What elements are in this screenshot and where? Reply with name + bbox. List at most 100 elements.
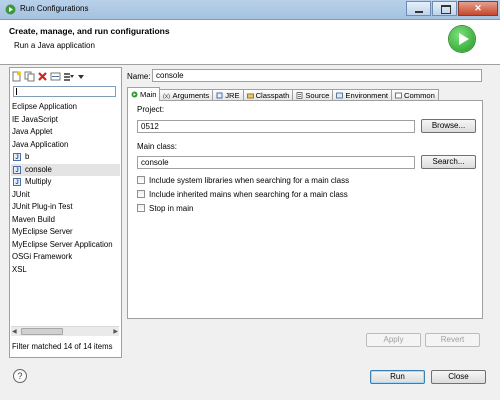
tree-item[interactable]: Java Application bbox=[11, 139, 120, 152]
app-icon bbox=[5, 4, 16, 15]
window-title: Run Configurations bbox=[20, 4, 89, 13]
help-icon[interactable]: ? bbox=[13, 369, 27, 383]
tree-item-label: MyEclipse Server bbox=[12, 227, 73, 236]
tree-item[interactable]: IE JavaScript bbox=[11, 114, 120, 127]
minimize-icon bbox=[415, 11, 423, 13]
tree-item-label: JUnit bbox=[12, 189, 30, 199]
tree-item[interactable]: Java Applet bbox=[11, 126, 120, 139]
checkbox-label: Include system libraries when searching … bbox=[149, 175, 350, 185]
common-tab-icon bbox=[395, 92, 403, 99]
main-tab-panel: Project: 0512 Browse... Main class: cons… bbox=[127, 100, 483, 319]
new-configuration-icon[interactable] bbox=[11, 71, 22, 82]
checkbox-label: Include inherited mains when searching f… bbox=[149, 189, 348, 199]
filter-status: Filter matched 14 of 14 items bbox=[12, 342, 113, 351]
filter-input[interactable] bbox=[13, 86, 116, 97]
dialog-header: Create, manage, and run configurations R… bbox=[0, 20, 500, 65]
svg-text:(x): (x) bbox=[163, 94, 170, 99]
tree-item[interactable]: Eclipse Application bbox=[11, 101, 120, 114]
main-tab-icon bbox=[131, 91, 138, 98]
tree-item[interactable]: XSL bbox=[11, 264, 120, 277]
tree-item[interactable]: J Multiply bbox=[11, 176, 120, 189]
project-field[interactable]: 0512 bbox=[137, 120, 415, 133]
configuration-editor: Name: console Main (x) Arguments JRE Cla… bbox=[125, 67, 485, 356]
tree-item[interactable]: JUnit bbox=[11, 189, 120, 202]
tree-item[interactable]: Maven Build bbox=[11, 214, 120, 227]
tree-item-label: Java Applet bbox=[12, 127, 53, 136]
maximize-icon bbox=[441, 5, 451, 14]
tree-item[interactable]: JUnit Plug-in Test bbox=[11, 201, 120, 214]
tab-strip: Main (x) Arguments JRE Classpath Source … bbox=[127, 87, 483, 101]
delete-icon[interactable] bbox=[37, 71, 48, 82]
classpath-tab-icon bbox=[246, 93, 254, 99]
include-inherited-mains-checkbox[interactable]: Include inherited mains when searching f… bbox=[137, 189, 348, 199]
checkbox-box[interactable] bbox=[137, 204, 145, 212]
project-label: Project: bbox=[137, 105, 165, 114]
name-field[interactable]: console bbox=[152, 69, 482, 82]
checkbox-box[interactable] bbox=[137, 190, 145, 198]
tree-item-label: JUnit Plug-in Test bbox=[12, 202, 73, 211]
scroll-left-icon[interactable]: ◀ bbox=[12, 328, 17, 335]
maximize-button[interactable] bbox=[432, 1, 457, 16]
tree-item-selected[interactable]: Jconsole bbox=[11, 163, 120, 176]
browse-button[interactable]: Browse... bbox=[421, 119, 476, 133]
tree-item[interactable]: MyEclipse Server Application bbox=[11, 239, 120, 252]
header-subtitle: Run a Java application bbox=[14, 41, 95, 50]
title-bar: Run Configurations ✕ bbox=[0, 0, 500, 20]
run-button[interactable]: Run bbox=[370, 370, 425, 384]
tree-item-label: Java Application bbox=[12, 139, 69, 149]
tree-toolbar bbox=[11, 70, 89, 82]
tree-item-label: Multiply bbox=[25, 177, 52, 186]
include-system-libraries-checkbox[interactable]: Include system libraries when searching … bbox=[137, 175, 349, 185]
search-button[interactable]: Search... bbox=[421, 155, 476, 169]
scroll-right-icon[interactable]: ▶ bbox=[113, 328, 118, 335]
checkbox-label: Stop in main bbox=[149, 203, 194, 213]
tab-label: Source bbox=[305, 91, 330, 100]
close-icon: ✕ bbox=[474, 3, 482, 13]
tab-label: Environment bbox=[345, 91, 389, 100]
source-tab-icon bbox=[296, 92, 303, 99]
minimize-button[interactable] bbox=[406, 1, 431, 16]
tab-label: Classpath bbox=[255, 91, 290, 100]
run-banner-icon bbox=[449, 26, 475, 52]
main-class-field[interactable]: console bbox=[137, 156, 415, 169]
tab-label: JRE bbox=[225, 91, 240, 100]
window-controls: ✕ bbox=[405, 1, 498, 17]
tree-item-label: MyEclipse Server Application bbox=[12, 239, 113, 249]
checkbox-box[interactable] bbox=[137, 176, 145, 184]
horizontal-scrollbar[interactable]: ◀ ▶ bbox=[11, 326, 119, 336]
duplicate-icon[interactable] bbox=[24, 71, 35, 82]
close-window-button[interactable]: ✕ bbox=[458, 1, 498, 16]
tree-item-label: IE JavaScript bbox=[12, 114, 58, 124]
apply-button[interactable]: Apply bbox=[366, 333, 421, 347]
jre-tab-icon bbox=[216, 92, 223, 99]
configuration-tree-pane: Eclipse Application IE JavaScript Java A… bbox=[9, 67, 122, 358]
environment-tab-icon bbox=[336, 92, 344, 99]
tab-label: Common bbox=[404, 91, 435, 100]
tree-item[interactable]: OSGi Framework bbox=[11, 251, 120, 264]
run-configurations-dialog: Run Configurations ✕ Create, manage, and… bbox=[0, 0, 500, 400]
tree-item[interactable]: MyEclipse Server bbox=[11, 226, 120, 239]
tab-main[interactable]: Main bbox=[127, 87, 161, 101]
name-label: Name: bbox=[127, 72, 151, 81]
view-menu-icon[interactable] bbox=[63, 71, 74, 82]
java-class-icon: J bbox=[13, 165, 21, 174]
scrollbar-thumb[interactable] bbox=[21, 328, 63, 335]
tree-item-label: XSL bbox=[12, 264, 27, 274]
tree-item[interactable]: Jb bbox=[11, 151, 120, 164]
chevron-down-icon[interactable] bbox=[76, 71, 87, 82]
revert-button[interactable]: Revert bbox=[425, 333, 480, 347]
tree-item-label: Maven Build bbox=[12, 214, 55, 224]
stop-in-main-checkbox[interactable]: Stop in main bbox=[137, 203, 193, 213]
main-class-label: Main class: bbox=[137, 142, 178, 151]
tree-item-label: OSGi Framework bbox=[12, 252, 73, 261]
filter-icon[interactable] bbox=[50, 71, 61, 82]
tab-label: Arguments bbox=[172, 91, 210, 100]
tree-item-label: Eclipse Application bbox=[12, 102, 78, 111]
tab-label: Main bbox=[140, 90, 157, 99]
configuration-tree: Eclipse Application IE JavaScript Java A… bbox=[11, 101, 120, 276]
header-title: Create, manage, and run configurations bbox=[9, 26, 170, 36]
close-button[interactable]: Close bbox=[431, 370, 486, 384]
java-class-icon: J bbox=[13, 153, 21, 162]
java-class-icon: J bbox=[13, 178, 21, 187]
tree-item-label: b bbox=[25, 152, 30, 161]
